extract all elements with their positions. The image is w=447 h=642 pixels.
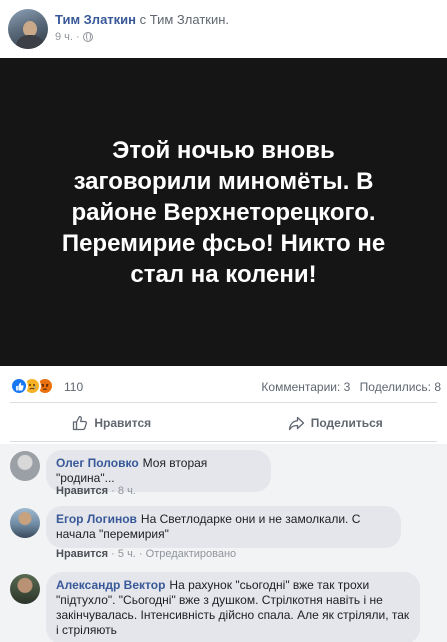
share-arrow-icon [288, 415, 305, 431]
post-stats: 110 Комментарии: 3 Поделились: 8 [0, 372, 447, 400]
commenter-name[interactable]: Егор Логинов [56, 512, 137, 526]
commenter-avatar[interactable] [10, 508, 40, 538]
comment-meta: Нравится · 8 ч. [56, 485, 136, 497]
post-author-line: Тим Златкин с Тим Златкин. [55, 12, 229, 27]
comment-bubble: Александр Вектор На рахунок "сьогодні" вж… [46, 572, 420, 642]
commenter-avatar[interactable] [10, 574, 40, 604]
commenter-avatar[interactable] [10, 451, 40, 481]
comments-section: Олег Половко Моя вторая "родина"... Нрави… [0, 444, 447, 642]
post-image-text: Этой ночью вновь заговорили миномёты. В … [61, 136, 386, 288]
post-author-link[interactable]: Тим Златкин [55, 12, 136, 27]
author-avatar[interactable] [8, 9, 48, 49]
commenter-name[interactable]: Александр Вектор [56, 578, 165, 592]
comments-count-link[interactable]: Комментарии: 3 [261, 380, 350, 394]
share-button[interactable]: Поделиться [224, 406, 447, 440]
comment-like-link[interactable]: Нравится [56, 485, 108, 497]
comment-timestamp[interactable]: 5 ч. [118, 548, 136, 560]
comment-bubble: Егор Логинов На Светлодарке они и не замо… [46, 506, 401, 548]
like-reaction-icon [10, 377, 28, 395]
shares-count-link[interactable]: Поделились: 8 [360, 380, 441, 394]
like-button-label: Нравится [94, 416, 152, 430]
post-actions: Нравится Поделиться [0, 406, 447, 440]
reactions-summary[interactable] [10, 377, 54, 395]
comment-edited-label[interactable]: · Отредактировано [139, 548, 236, 560]
divider [10, 441, 437, 442]
post-meta: 9 ч. · [55, 31, 93, 43]
like-button[interactable]: Нравится [0, 406, 224, 440]
comment-like-link[interactable]: Нравится [56, 548, 108, 560]
post-timestamp[interactable]: 9 ч. [55, 31, 73, 43]
divider [10, 402, 437, 403]
commenter-name[interactable]: Олег Половко [56, 456, 139, 470]
thumbs-up-icon [72, 415, 88, 431]
post-image[interactable]: Этой ночью вновь заговорили миномёты. В … [0, 58, 447, 366]
post-with-text[interactable]: с Тим Златкин. [140, 12, 229, 27]
globe-icon[interactable] [82, 32, 93, 42]
post-header: Тим Златкин с Тим Златкин. 9 ч. · [0, 0, 447, 56]
stats-right: Комментарии: 3 Поделились: 8 [261, 380, 441, 394]
reaction-count[interactable]: 110 [64, 380, 83, 394]
share-button-label: Поделиться [310, 416, 383, 430]
comment-timestamp[interactable]: 8 ч. [118, 485, 136, 497]
comment-meta: Нравится · 5 ч. · Отредактировано [56, 548, 237, 560]
